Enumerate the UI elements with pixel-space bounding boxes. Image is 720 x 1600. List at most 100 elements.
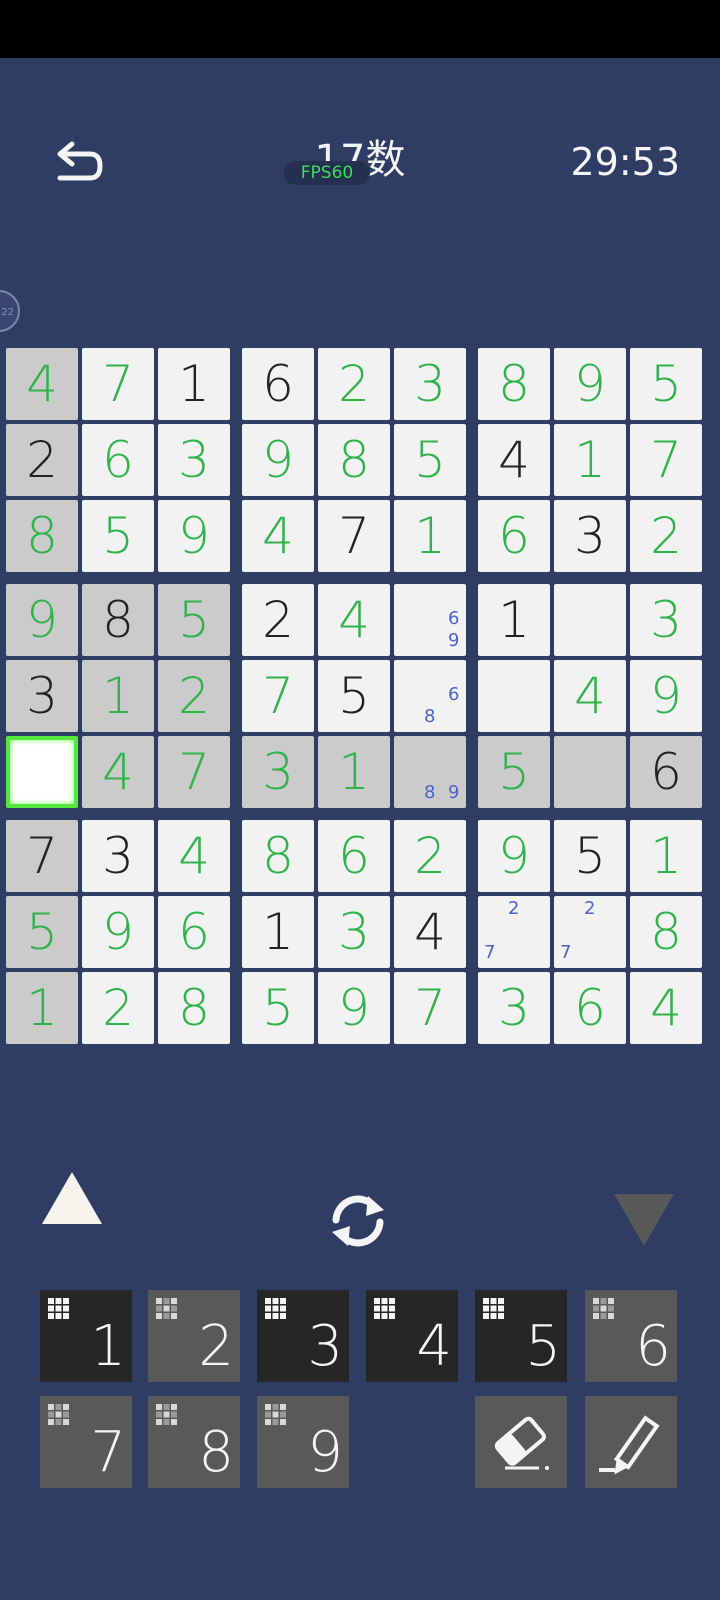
- cell-r3-c1[interactable]: 8: [6, 500, 78, 572]
- cell-r1-c8[interactable]: 9: [554, 348, 626, 420]
- cell-r3-c7[interactable]: 6: [478, 500, 550, 572]
- number-key-8[interactable]: 8: [148, 1396, 240, 1488]
- cell-r6-c1[interactable]: [6, 736, 78, 808]
- cell-r5-c5[interactable]: 5: [318, 660, 390, 732]
- back-button[interactable]: [50, 132, 110, 192]
- eraser-button[interactable]: [475, 1396, 567, 1488]
- pencil-button[interactable]: [585, 1396, 677, 1488]
- cell-r4-c7[interactable]: 1: [478, 584, 550, 656]
- cell-r6-c9[interactable]: 6: [630, 736, 702, 808]
- cell-r1-c3[interactable]: 1: [158, 348, 230, 420]
- number-key-5[interactable]: 5: [475, 1290, 567, 1382]
- cell-r8-c9[interactable]: 8: [630, 896, 702, 968]
- cell-value: 2: [414, 827, 446, 885]
- cell-r9-c3[interactable]: 8: [158, 972, 230, 1044]
- number-key-3[interactable]: 3: [257, 1290, 349, 1382]
- number-key-2[interactable]: 2: [148, 1290, 240, 1382]
- cell-r7-c2[interactable]: 3: [82, 820, 154, 892]
- cell-r6-c2[interactable]: 4: [82, 736, 154, 808]
- cell-r6-c6[interactable]: 89: [394, 736, 466, 808]
- cell-r1-c2[interactable]: 7: [82, 348, 154, 420]
- cell-r6-c3[interactable]: 7: [158, 736, 230, 808]
- cell-r4-c9[interactable]: 3: [630, 584, 702, 656]
- cell-r3-c3[interactable]: 9: [158, 500, 230, 572]
- cell-r3-c6[interactable]: 1: [394, 500, 466, 572]
- cell-r8-c1[interactable]: 5: [6, 896, 78, 968]
- cell-r1-c6[interactable]: 3: [394, 348, 466, 420]
- cell-r5-c2[interactable]: 1: [82, 660, 154, 732]
- cell-r3-c8[interactable]: 3: [554, 500, 626, 572]
- cell-r7-c3[interactable]: 4: [158, 820, 230, 892]
- cell-r1-c7[interactable]: 8: [478, 348, 550, 420]
- number-key-1[interactable]: 1: [40, 1290, 132, 1382]
- down-button[interactable]: [612, 1190, 676, 1250]
- cell-r9-c8[interactable]: 6: [554, 972, 626, 1044]
- cell-r5-c8[interactable]: 4: [554, 660, 626, 732]
- cell-r8-c6[interactable]: 4: [394, 896, 466, 968]
- cell-r2-c4[interactable]: 9: [242, 424, 314, 496]
- cell-r9-c6[interactable]: 7: [394, 972, 466, 1044]
- cell-r8-c7[interactable]: 27: [478, 896, 550, 968]
- cell-r2-c7[interactable]: 4: [478, 424, 550, 496]
- cell-r4-c1[interactable]: 9: [6, 584, 78, 656]
- up-button[interactable]: [40, 1168, 104, 1228]
- cell-r7-c8[interactable]: 5: [554, 820, 626, 892]
- cell-r9-c7[interactable]: 3: [478, 972, 550, 1044]
- cell-r4-c8[interactable]: [554, 584, 626, 656]
- cell-r7-c9[interactable]: 1: [630, 820, 702, 892]
- cell-r3-c9[interactable]: 2: [630, 500, 702, 572]
- cell-r4-c3[interactable]: 5: [158, 584, 230, 656]
- cell-r7-c4[interactable]: 8: [242, 820, 314, 892]
- cell-r9-c9[interactable]: 4: [630, 972, 702, 1044]
- cell-r5-c4[interactable]: 7: [242, 660, 314, 732]
- cell-r8-c8[interactable]: 27: [554, 896, 626, 968]
- cell-r7-c1[interactable]: 7: [6, 820, 78, 892]
- cell-r6-c4[interactable]: 3: [242, 736, 314, 808]
- cell-r6-c8[interactable]: [554, 736, 626, 808]
- cell-r3-c5[interactable]: 7: [318, 500, 390, 572]
- cell-r2-c5[interactable]: 8: [318, 424, 390, 496]
- cell-r4-c4[interactable]: 2: [242, 584, 314, 656]
- cell-value: 5: [414, 431, 446, 489]
- cell-r1-c4[interactable]: 6: [242, 348, 314, 420]
- cell-r5-c1[interactable]: 3: [6, 660, 78, 732]
- cell-r5-c7[interactable]: [478, 660, 550, 732]
- cell-r2-c6[interactable]: 5: [394, 424, 466, 496]
- cell-r1-c9[interactable]: 5: [630, 348, 702, 420]
- cell-r6-c7[interactable]: 5: [478, 736, 550, 808]
- cell-r9-c1[interactable]: 1: [6, 972, 78, 1044]
- cell-r3-c4[interactable]: 4: [242, 500, 314, 572]
- cell-r5-c9[interactable]: 9: [630, 660, 702, 732]
- cell-r1-c1[interactable]: 4: [6, 348, 78, 420]
- cell-r8-c3[interactable]: 6: [158, 896, 230, 968]
- cell-r9-c5[interactable]: 9: [318, 972, 390, 1044]
- cell-r4-c6[interactable]: 69: [394, 584, 466, 656]
- cell-r2-c3[interactable]: 3: [158, 424, 230, 496]
- cell-r6-c5[interactable]: 1: [318, 736, 390, 808]
- cell-r8-c4[interactable]: 1: [242, 896, 314, 968]
- cell-r5-c6[interactable]: 68: [394, 660, 466, 732]
- number-key-7[interactable]: 7: [40, 1396, 132, 1488]
- cell-r7-c5[interactable]: 6: [318, 820, 390, 892]
- side-badge[interactable]: 22: [0, 290, 20, 332]
- refresh-button[interactable]: [324, 1190, 392, 1252]
- cell-r7-c7[interactable]: 9: [478, 820, 550, 892]
- cell-r8-c5[interactable]: 3: [318, 896, 390, 968]
- cell-r2-c8[interactable]: 1: [554, 424, 626, 496]
- cell-r8-c2[interactable]: 9: [82, 896, 154, 968]
- cell-r1-c5[interactable]: 2: [318, 348, 390, 420]
- number-key-6[interactable]: 6: [585, 1290, 677, 1382]
- cell-r3-c2[interactable]: 5: [82, 500, 154, 572]
- cell-r7-c6[interactable]: 2: [394, 820, 466, 892]
- number-key-4[interactable]: 4: [366, 1290, 458, 1382]
- cell-r9-c2[interactable]: 2: [82, 972, 154, 1044]
- cell-r2-c2[interactable]: 6: [82, 424, 154, 496]
- cell-r4-c2[interactable]: 8: [82, 584, 154, 656]
- cell-r2-c9[interactable]: 7: [630, 424, 702, 496]
- cell-r9-c4[interactable]: 5: [242, 972, 314, 1044]
- number-key-9[interactable]: 9: [257, 1396, 349, 1488]
- fps-counter: FPS60: [284, 161, 370, 185]
- cell-r2-c1[interactable]: 2: [6, 424, 78, 496]
- cell-r4-c5[interactable]: 4: [318, 584, 390, 656]
- cell-r5-c3[interactable]: 2: [158, 660, 230, 732]
